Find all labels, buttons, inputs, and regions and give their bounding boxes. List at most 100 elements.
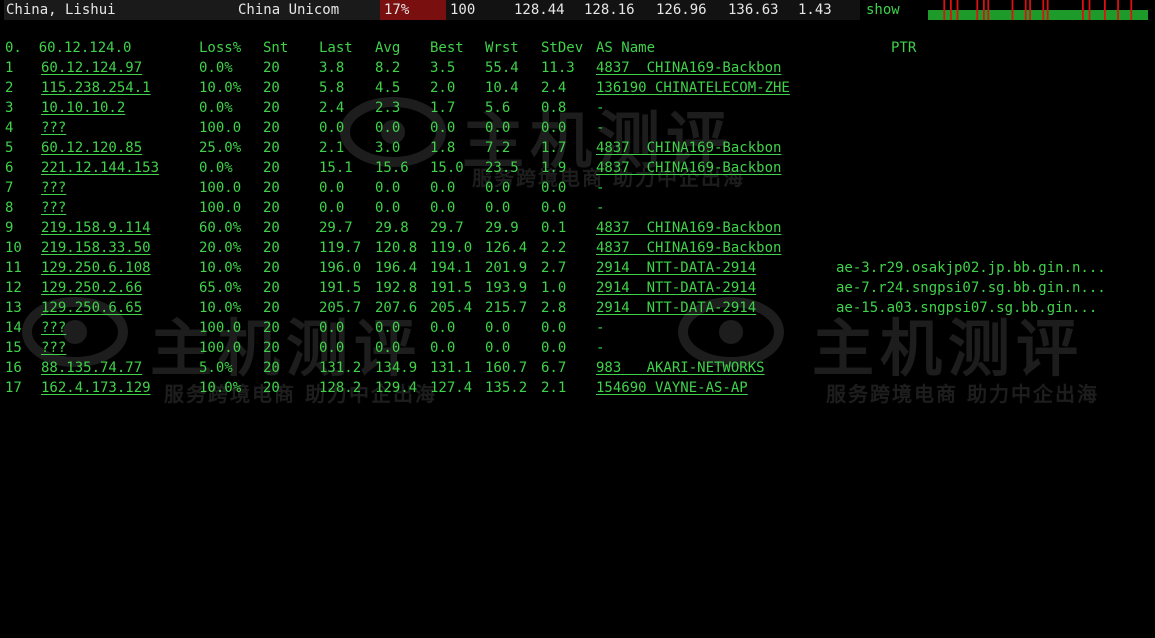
hop-as-link[interactable]: - [596,98,604,118]
hop-host-link[interactable]: 219.158.9.114 [41,218,151,238]
table-row: 7 ??? 100.0 20 0.0 0.0 0.0 0.0 0.0 - [0,178,1155,198]
sparkline-loss-bar [950,0,952,20]
hop-snt: 20 [263,360,280,376]
hop-last: 205.7 [319,300,362,316]
hop-host-link[interactable]: 88.135.74.77 [41,358,142,378]
hop-as-link[interactable]: 4837 CHINA169-Backbon [596,238,781,258]
hop-as-link[interactable]: 4837 CHINA169-Backbon [596,218,781,238]
hop-best: 2.0 [430,80,456,96]
hop-index: 15 [5,340,22,356]
hop-as-link[interactable]: 2914 NTT-DATA-2914 [596,298,756,318]
hop-as-link[interactable]: 154690 VAYNE-AS-AP [596,378,748,398]
hop-best: 1.8 [430,140,456,156]
hop-wrst: 0.0 [485,120,511,136]
column-header-best: Best [430,40,464,56]
hop-as-link[interactable]: 2914 NTT-DATA-2914 [596,278,756,298]
hop-host-link[interactable]: 162.4.173.129 [41,378,151,398]
hop-ptr: ae-3.r29.osakjp02.jp.bb.gin.n... [836,260,1106,276]
hop-avg: 4.5 [375,80,401,96]
table-row: 16 88.135.74.77 5.0% 20 131.2 134.9 131.… [0,358,1155,378]
hop-wrst: 7.2 [485,140,511,156]
hop-last: 0.0 [319,340,345,356]
sparkline-loss-bar [1024,0,1027,20]
table-row: 15 ??? 100.0 20 0.0 0.0 0.0 0.0 0.0 - [0,338,1155,358]
hop-host-link[interactable]: 129.250.2.66 [41,278,142,298]
hop-index: 10 [5,240,22,256]
hop-as-link[interactable]: - [596,178,604,198]
hop-stdev: 0.0 [541,320,567,336]
column-header-ptr: PTR [891,40,917,56]
hop-as-link[interactable]: - [596,198,604,218]
sparkline-loss-bar [976,0,979,20]
sparkline-loss-bar [1088,0,1091,20]
hop-stdev: 1.7 [541,140,567,156]
summary-bar: China, Lishui China Unicom 17% 100 128.4… [0,0,1155,20]
hop-host-link[interactable]: 129.250.6.65 [41,298,142,318]
hop-loss: 5.0% [199,360,233,376]
hop-wrst: 135.2 [485,380,528,396]
hop-last: 3.8 [319,60,345,76]
hop-stdev: 0.0 [541,120,567,136]
hop-last: 119.7 [319,240,362,256]
hop-host-link[interactable]: 115.238.254.1 [41,78,151,98]
hop-snt: 20 [263,220,280,236]
table-row: 9 219.158.9.114 60.0% 20 29.7 29.8 29.7 … [0,218,1155,238]
table-row: 13 129.250.6.65 10.0% 20 205.7 207.6 205… [0,298,1155,318]
hop-index: 7 [5,180,14,196]
hop-last: 2.1 [319,140,345,156]
show-link[interactable]: show [858,0,932,20]
hop-host-link[interactable]: 60.12.124.97 [41,58,142,78]
hop-host-link[interactable]: ??? [41,118,66,138]
hop-host-link[interactable]: 221.12.144.153 [41,158,159,178]
hop-host-link[interactable]: 10.10.10.2 [41,98,125,118]
sparkline-loss-bar [1082,0,1084,20]
column-header-wrst: Wrst [485,40,519,56]
hop-index: 2 [5,80,14,96]
column-header-stdev: StDev [541,40,584,56]
hop-as-link[interactable]: - [596,118,604,138]
hop-wrst: 215.7 [485,300,528,316]
hop-host-link[interactable]: ??? [41,198,66,218]
hop-as-link[interactable]: 4837 CHINA169-Backbon [596,138,781,158]
hop-host-link[interactable]: ??? [41,338,66,358]
hop-best: 1.7 [430,100,456,116]
hop-snt: 20 [263,180,280,196]
hop-last: 0.0 [319,200,345,216]
hop-last: 5.8 [319,80,345,96]
hop-as-link[interactable]: 983 AKARI-NETWORKS [596,358,765,378]
hop-as-link[interactable]: 4837 CHINA169-Backbon [596,158,781,178]
hop-avg: 0.0 [375,120,401,136]
hop-as-link[interactable]: 2914 NTT-DATA-2914 [596,258,756,278]
hop-stdev: 2.7 [541,260,567,276]
sparkline-loss-bar [1011,0,1014,20]
hop-best: 194.1 [430,260,473,276]
hop-host-link[interactable]: 129.250.6.108 [41,258,151,278]
table-row: 14 ??? 100.0 20 0.0 0.0 0.0 0.0 0.0 - [0,318,1155,338]
hop-as-link[interactable]: 136190 CHINATELECOM-ZHE [596,78,790,98]
column-header-last: Last [319,40,353,56]
hop-host-link[interactable]: ??? [41,178,66,198]
hop-index: 12 [5,280,22,296]
hop-best: 0.0 [430,340,456,356]
loss-sparkline [928,0,1148,20]
hop-stdev: 0.0 [541,180,567,196]
hop-host-link[interactable]: 219.158.33.50 [41,238,151,258]
hop-as-link[interactable]: - [596,318,604,338]
hop-stdev: 2.8 [541,300,567,316]
hop-as-link[interactable]: - [596,338,604,358]
hop-last: 2.4 [319,100,345,116]
sparkline-loss-bar [1046,0,1049,20]
hop-wrst: 0.0 [485,320,511,336]
hop-best: 0.0 [430,320,456,336]
hop-index: 16 [5,360,22,376]
hop-stdev: 1.0 [541,280,567,296]
table-row: 3 10.10.10.2 0.0% 20 2.4 2.3 1.7 5.6 0.8… [0,98,1155,118]
hop-host-link[interactable]: 60.12.120.85 [41,138,142,158]
hop-last: 128.2 [319,380,362,396]
hop-as-link[interactable]: 4837 CHINA169-Backbon [596,58,781,78]
hop-index: 17 [5,380,22,396]
hop-host-link[interactable]: ??? [41,318,66,338]
sparkline-loss-bar [983,0,985,20]
hop-best: 0.0 [430,120,456,136]
column-header-loss: Loss% [199,40,242,56]
